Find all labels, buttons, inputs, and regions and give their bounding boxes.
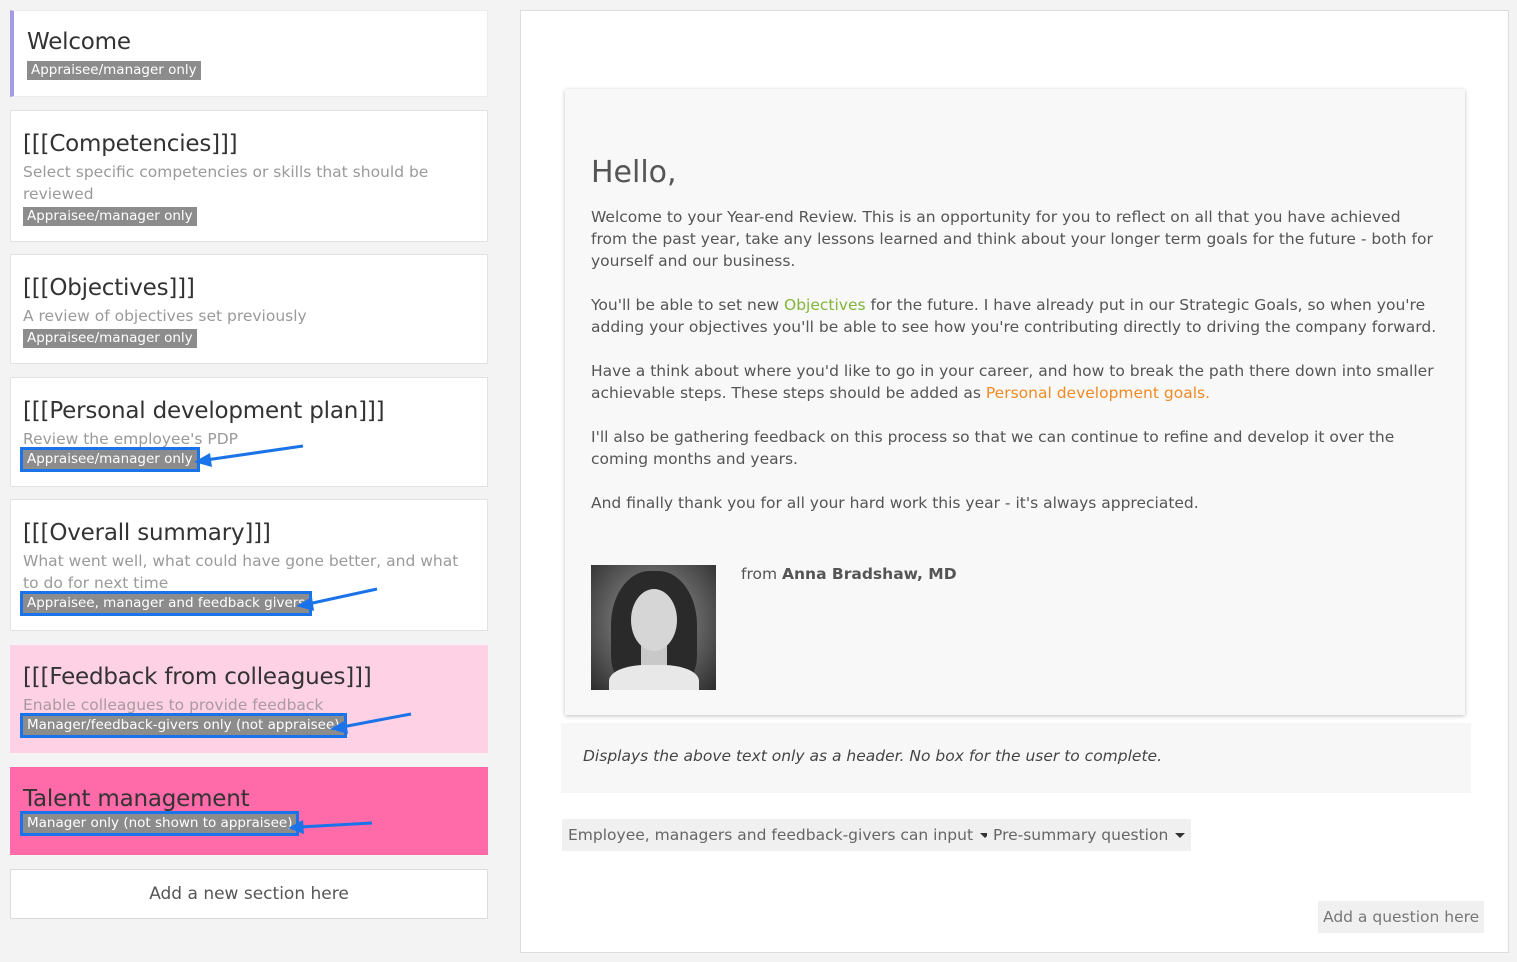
welcome-paragraph-2: You'll be able to set new Objectives for…	[591, 294, 1439, 338]
section-title: Welcome	[27, 29, 131, 55]
section-description: Enable colleagues to provide feedback	[23, 696, 324, 714]
section-personal-development-plan[interactable]: [[[Personal development plan]]] Review t…	[10, 377, 488, 487]
section-editor: Hello, Welcome to your Year-end Review. …	[520, 10, 1509, 953]
objectives-link[interactable]: Objectives	[784, 296, 866, 314]
visibility-badge: Appraisee/manager only	[20, 447, 200, 472]
section-description: Review the employee's PDP	[23, 430, 238, 448]
welcome-text-box[interactable]: Hello, Welcome to your Year-end Review. …	[565, 89, 1465, 715]
section-title: [[[Competencies]]]	[23, 131, 238, 157]
section-objectives[interactable]: [[[Objectives]]] A review of objectives …	[10, 254, 488, 364]
header-only-note: Displays the above text only as a header…	[561, 723, 1471, 793]
section-description: A review of objectives set previously	[23, 307, 307, 325]
section-competencies[interactable]: [[[Competencies]]] Select specific compe…	[10, 110, 488, 242]
welcome-paragraph-5: And finally thank you for all your hard …	[591, 494, 1199, 512]
add-question-button[interactable]: Add a question here	[1318, 901, 1485, 933]
section-welcome[interactable]: Welcome Appraisee/manager only	[10, 10, 488, 97]
dropdown-value: Employee, managers and feedback-givers c…	[568, 826, 974, 844]
section-description: What went well, what could have gone bet…	[23, 552, 459, 592]
section-title: Talent management	[23, 786, 250, 812]
section-description: Select specific competencies or skills t…	[23, 163, 429, 203]
welcome-paragraph-3: Have a think about where you'd like to g…	[591, 360, 1439, 404]
visibility-badge: Manager/feedback-givers only (not apprai…	[20, 713, 347, 738]
author-name: Anna Bradshaw, MD	[782, 565, 957, 583]
section-title: [[[Objectives]]]	[23, 275, 195, 301]
add-section-button[interactable]: Add a new section here	[10, 869, 488, 919]
section-overall-summary[interactable]: [[[Overall summary]]] What went well, wh…	[10, 499, 488, 631]
visibility-badge: Manager only (not shown to appraisee)	[19, 811, 300, 836]
input-permission-dropdown[interactable]: Employee, managers and feedback-givers c…	[562, 819, 997, 851]
author-photo	[591, 565, 716, 690]
visibility-badge: Appraisee/manager only	[23, 207, 197, 226]
visibility-badge: Appraisee/manager only	[23, 329, 197, 348]
section-talent-management[interactable]: Talent management Manager only (not show…	[10, 767, 488, 855]
section-feedback-from-colleagues[interactable]: [[[Feedback from colleagues]]] Enable co…	[10, 645, 488, 753]
section-title: [[[Personal development plan]]]	[23, 398, 385, 424]
section-title: [[[Overall summary]]]	[23, 520, 271, 546]
section-title: [[[Feedback from colleagues]]]	[23, 664, 372, 690]
caret-down-icon	[1175, 833, 1186, 838]
from-label: from	[741, 565, 782, 583]
text: You'll be able to set new	[591, 296, 784, 314]
question-type-dropdown[interactable]: Pre-summary question	[987, 819, 1192, 851]
dropdown-value: Pre-summary question	[993, 826, 1169, 844]
from-line: from Anna Bradshaw, MD	[741, 565, 957, 583]
visibility-badge: Appraisee/manager only	[27, 61, 201, 80]
welcome-paragraph-1: Welcome to your Year-end Review. This is…	[591, 208, 1433, 270]
welcome-paragraph-4: I'll also be gathering feedback on this …	[591, 428, 1395, 468]
personal-development-goals-link[interactable]: Personal development goals.	[986, 384, 1210, 402]
signature: from Anna Bradshaw, MD	[591, 565, 1451, 695]
visibility-badge: Appraisee, manager and feedback givers	[19, 591, 313, 616]
greeting: Hello,	[591, 155, 677, 190]
